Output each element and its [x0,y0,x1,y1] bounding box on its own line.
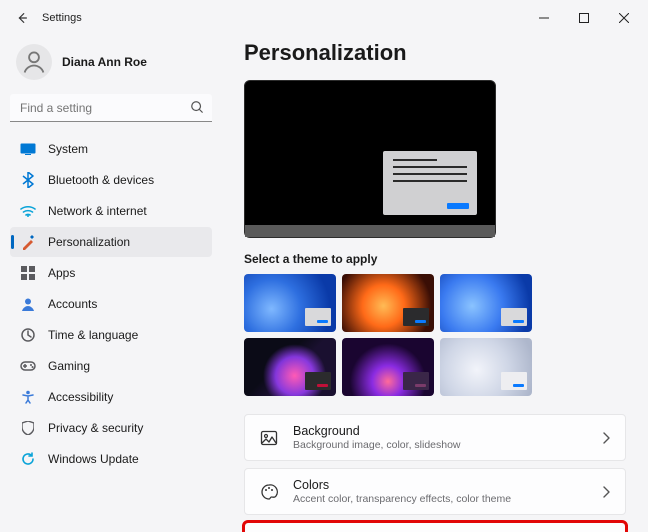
settings-cards: BackgroundBackground image, color, slide… [244,414,626,532]
arrow-left-icon [15,11,29,25]
time-icon [20,327,36,343]
image-icon [259,428,279,448]
app-title: Settings [42,12,82,24]
theme-grid [244,274,626,396]
privacy-icon [20,420,36,436]
minimize-button[interactable] [524,2,564,34]
nav-item-apps[interactable]: Apps [10,258,212,288]
palette-icon [259,482,279,502]
search-input[interactable] [10,94,212,122]
card-subtitle: Background image, color, slideshow [293,439,587,451]
nav-item-label: Accessibility [48,390,113,404]
theme-thumbnail[interactable] [440,338,532,396]
maximize-icon [579,13,589,23]
nav-item-personalization[interactable]: Personalization [10,227,212,257]
back-button[interactable] [8,4,36,32]
apps-icon [20,265,36,281]
avatar [16,44,52,80]
window-controls [524,2,644,34]
nav-item-label: Apps [48,266,75,280]
profile-name: Diana Ann Roe [62,55,147,69]
nav-item-accounts[interactable]: Accounts [10,289,212,319]
card-colors[interactable]: ColorsAccent color, transparency effects… [244,468,626,515]
gaming-icon [20,358,36,374]
maximize-button[interactable] [564,2,604,34]
bluetooth-icon [20,172,36,188]
nav-item-label: Windows Update [48,452,139,466]
theme-thumbnail[interactable] [244,274,336,332]
card-title: Background [293,424,587,438]
preview-taskbar [245,225,495,237]
sidebar: Diana Ann Roe System Bluetooth & devices N… [0,36,222,532]
nav-item-label: Time & language [48,328,138,342]
nav: System Bluetooth & devices Network & inter… [10,134,212,474]
wifi-icon [20,203,36,219]
nav-item-network-internet[interactable]: Network & internet [10,196,212,226]
preview-window [383,151,477,215]
personalization-icon [20,234,36,250]
card-title: Colors [293,478,587,492]
accessibility-icon [20,389,36,405]
theme-section-label: Select a theme to apply [244,252,626,266]
system-icon [20,141,36,157]
page-title: Personalization [244,40,626,66]
search-box[interactable] [10,94,212,122]
search-icon [190,100,204,114]
titlebar: Settings [0,0,648,36]
nav-item-time-language[interactable]: Time & language [10,320,212,350]
update-icon [20,451,36,467]
theme-thumbnail[interactable] [440,274,532,332]
profile[interactable]: Diana Ann Roe [10,40,212,94]
nav-item-label: Bluetooth & devices [48,173,154,187]
chevron-right-icon [601,486,611,498]
nav-item-label: Accounts [48,297,97,311]
nav-item-privacy-security[interactable]: Privacy & security [10,413,212,443]
nav-item-label: Gaming [48,359,90,373]
card-background[interactable]: BackgroundBackground image, color, slide… [244,414,626,461]
close-icon [619,13,629,23]
nav-item-windows-update[interactable]: Windows Update [10,444,212,474]
theme-thumbnail[interactable] [342,274,434,332]
main-content: Personalization Select a theme to apply … [222,36,648,532]
nav-item-bluetooth-devices[interactable]: Bluetooth & devices [10,165,212,195]
nav-item-label: Personalization [48,235,130,249]
nav-item-label: System [48,142,88,156]
nav-item-gaming[interactable]: Gaming [10,351,212,381]
person-icon [20,48,48,76]
card-subtitle: Accent color, transparency effects, colo… [293,493,587,505]
minimize-icon [539,13,549,23]
chevron-right-icon [601,432,611,444]
theme-thumbnail[interactable] [342,338,434,396]
nav-item-system[interactable]: System [10,134,212,164]
desktop-preview [244,80,496,238]
card-themes[interactable]: ThemesInstall, create, manage [244,522,626,532]
nav-item-accessibility[interactable]: Accessibility [10,382,212,412]
accounts-icon [20,296,36,312]
nav-item-label: Network & internet [48,204,147,218]
nav-item-label: Privacy & security [48,421,143,435]
close-button[interactable] [604,2,644,34]
theme-thumbnail[interactable] [244,338,336,396]
